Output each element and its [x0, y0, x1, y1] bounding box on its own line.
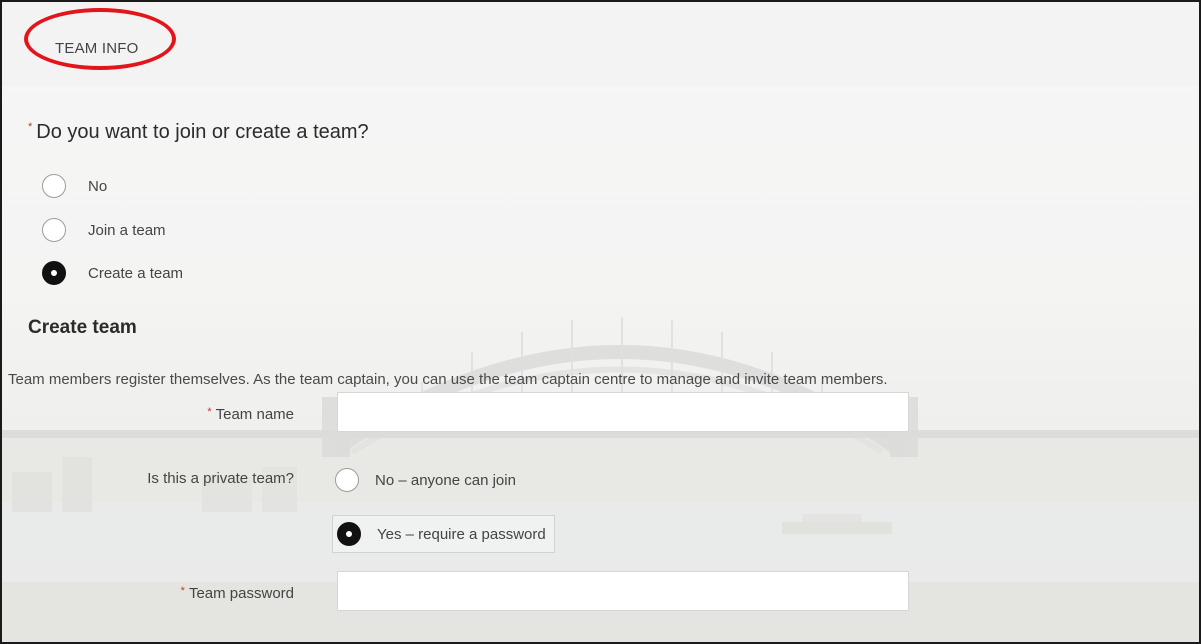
team-name-input[interactable]	[337, 392, 909, 432]
team-password-input[interactable]	[337, 571, 909, 611]
team-password-label-text: Team password	[188, 585, 294, 602]
team-password-label: * Team password	[14, 585, 294, 602]
private-option-no-label: No – anyone can join	[375, 471, 516, 489]
team-info-panel: TEAM INFO * Do you want to join or create…	[0, 0, 1201, 644]
option-create-team-label: Create a team	[88, 264, 184, 282]
radio-join-team[interactable]	[42, 218, 66, 242]
required-marker: *	[207, 406, 212, 418]
option-join-team-label: Join a team	[88, 221, 166, 239]
form-content: TEAM INFO * Do you want to join or create…	[2, 2, 1199, 642]
radio-private-no[interactable]	[335, 468, 359, 492]
radio-private-yes[interactable]	[337, 522, 361, 546]
option-no-label: No	[88, 177, 108, 195]
create-team-description: Team members register themselves. As the…	[8, 371, 888, 388]
private-option-no[interactable]: No – anyone can join	[335, 468, 516, 492]
option-no[interactable]: No	[42, 174, 107, 198]
option-create-team[interactable]: Create a team	[42, 261, 183, 285]
private-team-label: Is this a private team?	[147, 470, 294, 487]
radio-no[interactable]	[42, 174, 66, 198]
required-marker: *	[28, 121, 33, 133]
join-or-create-question: * Do you want to join or create a team?	[28, 121, 369, 144]
red-annotation-circle	[24, 8, 176, 70]
team-name-label-text: Team name	[215, 406, 294, 423]
create-team-heading: Create team	[28, 317, 137, 338]
option-join-team[interactable]: Join a team	[42, 218, 166, 242]
private-option-yes-label: Yes – require a password	[377, 525, 546, 543]
private-option-yes[interactable]: Yes – require a password	[332, 515, 555, 553]
section-header-band	[2, 2, 1199, 86]
team-name-label: * Team name	[14, 406, 294, 423]
radio-create-team[interactable]	[42, 261, 66, 285]
required-marker: *	[180, 585, 185, 597]
question-label: Do you want to join or create a team?	[36, 121, 369, 143]
